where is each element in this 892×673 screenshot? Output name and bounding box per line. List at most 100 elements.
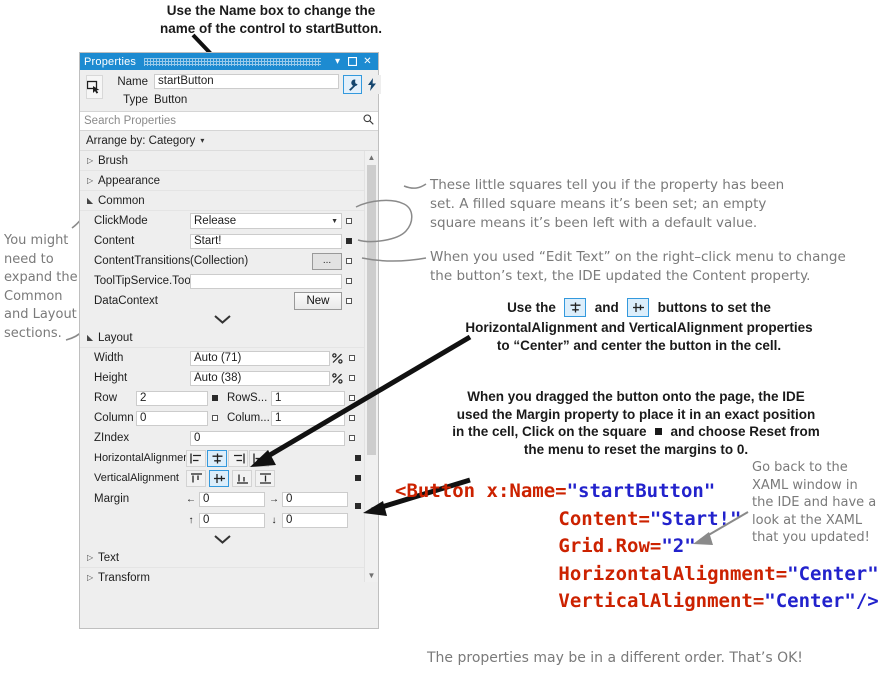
properties-wrench-icon[interactable] [343,75,362,94]
titlebar-dropdown-icon[interactable]: ▾ [331,55,344,68]
align-right-button[interactable] [228,449,248,467]
contenttransitions-ellipsis-button[interactable]: ... [312,252,342,270]
clickmode-set-marker[interactable] [342,218,355,224]
callout-alignment-line2: HorizontalAlignment and VerticalAlignmen… [465,320,813,335]
chevron-down-icon[interactable]: ▼ [331,218,338,225]
expand-chevron-icon[interactable] [87,156,98,165]
valign-set-marker[interactable] [351,475,364,481]
margin-right-input[interactable] [282,491,348,507]
callout-alignment-and: and [594,300,619,316]
scroll-down-arrow-icon[interactable]: ▼ [365,569,378,582]
arrange-by-row[interactable]: Arrange by: Category ▾ [80,131,378,151]
category-transform[interactable]: Transform [80,568,364,582]
height-set-marker[interactable] [345,375,358,381]
align-vstretch-button[interactable] [255,469,275,487]
tooltip-input[interactable] [190,273,342,289]
property-row-content: Content [80,231,364,251]
scroll-up-arrow-icon[interactable]: ▲ [365,151,378,164]
colspan-set-marker[interactable] [345,415,358,421]
expand-chevron-icon[interactable] [87,176,98,185]
margin-set-marker[interactable] [351,503,364,510]
expand-chevron-icon[interactable] [87,553,98,562]
clickmode-combo[interactable]: Release ▼ [190,213,342,229]
content-set-marker[interactable] [342,238,355,244]
row-input[interactable] [136,390,208,406]
search-properties-row[interactable]: Search Properties [80,111,378,131]
events-lightning-icon[interactable] [362,75,381,94]
row-set-marker[interactable] [208,395,221,401]
category-layout[interactable]: Layout [80,328,364,348]
arrange-by-label: Arrange by: Category [86,134,196,147]
margin-top-icon: ↑ [188,515,194,526]
xaml-line-4-string: "Center" [787,562,879,585]
collapse-chevron-icon[interactable] [87,196,98,205]
callout-name-box: Use the Name box to change the name of t… [160,3,382,36]
halign-label: HorizontalAlignment [94,452,193,464]
halign-set-marker[interactable] [351,455,364,461]
width-input[interactable] [190,350,330,366]
zindex-set-marker[interactable] [345,435,358,441]
category-text[interactable]: Text [80,548,364,568]
scrollbar-thumb[interactable] [367,165,376,455]
margin-top-input[interactable] [199,513,265,528]
align-top-button[interactable] [186,469,206,487]
datacontext-new-button[interactable]: New [294,292,342,310]
rowspan-input[interactable] [271,390,345,406]
common-more-chevron-icon[interactable] [80,311,364,328]
category-label: Layout [98,331,133,344]
height-ratio-icon[interactable] [330,372,345,384]
datacontext-set-marker[interactable] [342,298,355,304]
property-row-contenttransitions: ContentTransitions (Collection) ... [80,251,364,271]
name-row: Name [106,73,339,90]
category-brush[interactable]: Brush [80,151,364,171]
contenttransitions-set-marker[interactable] [342,258,355,264]
expand-chevron-icon[interactable] [87,573,98,582]
column-set-marker[interactable] [208,415,221,421]
margin-right-icon: → [269,493,279,505]
callout-alignment: Use the and buttons to set the Horizonta… [400,298,878,354]
vertical-scrollbar[interactable]: ▲ ▼ [364,151,378,582]
xaml-line-3-attr: Grid.Row= [558,535,662,557]
colspan-input[interactable] [271,410,345,426]
margin-left-input[interactable] [199,491,265,507]
category-common[interactable]: Common [80,191,364,211]
zindex-input[interactable] [190,430,345,446]
callout-alignment-line1b: buttons to set the [657,300,771,316]
note-property-order: The properties may be in a different ord… [427,650,803,666]
chevron-down-icon[interactable]: ▾ [200,136,204,145]
note-xaml-window: Go back to the XAML window in the IDE an… [752,460,877,545]
width-ratio-icon[interactable] [330,352,345,364]
width-set-marker[interactable] [345,355,358,361]
callout-margin-line3b: and choose Reset from [670,424,820,439]
content-input[interactable] [190,233,342,249]
collapse-chevron-icon[interactable] [87,333,98,342]
window-title: Properties [84,55,137,68]
align-stretch-button[interactable] [249,449,269,467]
align-bottom-button[interactable] [232,469,252,487]
search-input[interactable]: Search Properties [84,115,363,127]
margin-left-icon: ← [186,493,196,505]
zindex-label: ZIndex [94,432,130,444]
note-little-squares: These little squares tell you if the pro… [430,177,785,231]
column-input[interactable] [136,410,208,426]
property-row-clickmode: ClickMode Release ▼ [80,211,364,231]
margin-bottom-input[interactable] [282,513,348,528]
name-input[interactable] [154,74,339,89]
content-label: Content [94,235,135,247]
rowspan-set-marker[interactable] [345,395,358,401]
layout-more-chevron-icon[interactable] [80,531,364,548]
align-middle-button[interactable] [209,469,229,487]
titlebar-close-icon[interactable]: ✕ [361,55,374,68]
clickmode-value: Release [194,215,237,227]
contenttransitions-label: ContentTransitions [94,255,191,267]
align-left-button[interactable] [186,449,206,467]
category-label: Appearance [98,174,161,187]
property-row-datacontext: DataContext New [80,291,364,311]
height-input[interactable] [190,370,330,386]
inline-align-middle-icon [627,298,650,317]
titlebar-maximize-icon[interactable] [346,55,359,68]
align-center-button[interactable] [207,449,227,467]
category-appearance[interactable]: Appearance [80,171,364,191]
tooltip-set-marker[interactable] [342,278,355,284]
control-type-icon [86,75,103,99]
